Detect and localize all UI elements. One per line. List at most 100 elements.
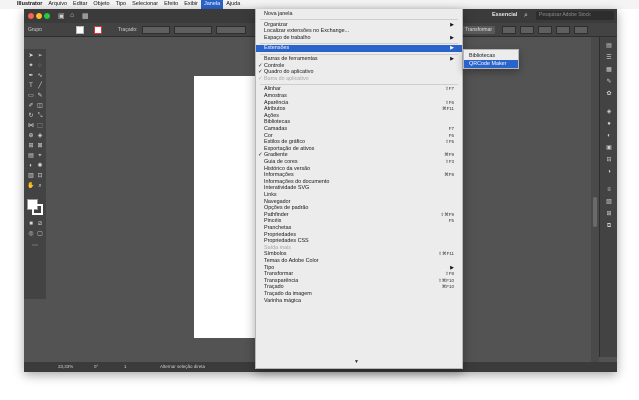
column-graph-tool-icon[interactable]: ▥ bbox=[27, 173, 35, 180]
vertical-scrollbar[interactable] bbox=[591, 37, 599, 362]
menu-ajuda[interactable]: Ajuda bbox=[223, 0, 243, 9]
menu-editar[interactable]: Editar bbox=[70, 0, 90, 9]
menu-objeto[interactable]: Objeto bbox=[90, 0, 112, 9]
gradient-panel-icon[interactable]: ▧ bbox=[605, 199, 613, 206]
menu-app-name[interactable]: Illustrator bbox=[14, 0, 45, 9]
janela-menu-item-pathfinder[interactable]: Pathfinder ⇧⌘F9 bbox=[256, 212, 462, 219]
edit-toolbar-icon[interactable]: ⋯ bbox=[31, 243, 39, 250]
direct-selection-tool-icon[interactable]: ➢ bbox=[36, 53, 44, 60]
type-tool-icon[interactable]: T bbox=[27, 83, 35, 90]
hand-tool-icon[interactable]: ✋ bbox=[27, 183, 35, 190]
janela-menu-item-cor[interactable]: Cor F6 bbox=[256, 133, 462, 140]
submenu-item-qrcode-maker[interactable]: QRCode Maker bbox=[464, 60, 518, 68]
janela-menu-item-camadas[interactable]: Camadas F7 bbox=[256, 126, 462, 133]
free-transform-tool-icon[interactable]: ⬚ bbox=[36, 123, 44, 130]
submenu-item-bibliotecas[interactable]: Bibliotecas bbox=[464, 52, 518, 60]
screen-mode-icon[interactable]: ▢ bbox=[36, 231, 44, 238]
app-icon[interactable]: ▣ bbox=[58, 12, 65, 20]
janela-menu-item-bibliotecas[interactable]: Bibliotecas bbox=[256, 119, 462, 126]
magic-wand-tool-icon[interactable]: ✦ bbox=[27, 63, 35, 70]
zoom-level[interactable]: 33,33% bbox=[58, 364, 73, 369]
pen-tool-icon[interactable]: ✒ bbox=[27, 73, 35, 80]
rectangle-tool-icon[interactable]: ▭ bbox=[27, 93, 35, 100]
selection-tool-icon[interactable]: ➤ bbox=[27, 53, 35, 60]
stroke-box[interactable] bbox=[32, 204, 43, 215]
janela-menu-item-quadro-do-aplicativo[interactable]: ✓ Quadro do aplicativo bbox=[256, 69, 462, 76]
transparency-panel-icon[interactable]: ◑ bbox=[605, 169, 613, 176]
zoom-tool-icon[interactable]: ⌕ bbox=[36, 183, 44, 190]
isolate-group-control[interactable] bbox=[520, 26, 534, 34]
janela-menu-item-estilos-de-grafico[interactable]: Estilos de gráfico ⇧F5 bbox=[256, 139, 462, 146]
arrange-documents-icon[interactable]: ▦ bbox=[82, 12, 89, 20]
panel-menu-control[interactable] bbox=[574, 26, 588, 34]
menu-janela[interactable]: Janela bbox=[200, 0, 224, 9]
janela-menu-item-tipo[interactable]: Tipo ▶ bbox=[256, 265, 462, 272]
menu-selecionar[interactable]: Selecionar bbox=[129, 0, 161, 9]
artboard-navigator[interactable]: 1 bbox=[124, 364, 127, 369]
arrange-control[interactable] bbox=[556, 26, 570, 34]
janela-menu-item-tracado[interactable]: Traçado ⌘F10 bbox=[256, 284, 462, 291]
blend-tool-icon[interactable]: ◐ bbox=[27, 163, 35, 170]
janela-menu-item-tracado-da-imagem[interactable]: Traçado da imagem bbox=[256, 291, 462, 298]
home-icon[interactable]: ⌂ bbox=[70, 12, 74, 19]
width-tool-icon[interactable]: ⋈ bbox=[27, 123, 35, 130]
close-window-button[interactable] bbox=[28, 13, 34, 19]
artboard-tool-icon[interactable]: ⊡ bbox=[36, 173, 44, 180]
janela-menu-item-informacoes[interactable]: Informações ⌘F8 bbox=[256, 172, 462, 179]
janela-menu-item-pranchetas[interactable]: Pranchetas bbox=[256, 225, 462, 232]
align-panel-icon[interactable]: ⊞ bbox=[605, 211, 613, 218]
transform-button[interactable]: Transformar bbox=[462, 26, 496, 34]
adobe-stock-search-input[interactable]: Pesquisar Adobe Stock bbox=[536, 11, 614, 20]
janela-menu-item-navegador[interactable]: Navegador bbox=[256, 199, 462, 206]
fill-stroke-indicator[interactable] bbox=[27, 199, 43, 215]
graphic-styles-panel-icon[interactable]: ⊟ bbox=[605, 157, 613, 164]
menu-arquivo[interactable]: Arquivo bbox=[45, 0, 70, 9]
swatches-panel-icon[interactable]: ▦ bbox=[605, 67, 613, 74]
properties-panel-icon[interactable]: ▤ bbox=[605, 43, 613, 50]
pathfinder-panel-icon[interactable]: ⧉ bbox=[605, 223, 613, 230]
paintbrush-tool-icon[interactable]: ✎ bbox=[36, 93, 44, 100]
symbols-panel-icon[interactable]: ✿ bbox=[605, 91, 613, 98]
eraser-tool-icon[interactable]: ◫ bbox=[36, 103, 44, 110]
scale-tool-icon[interactable]: ⤡ bbox=[36, 113, 44, 120]
brush-definition[interactable] bbox=[216, 26, 246, 34]
stroke-swatch[interactable] bbox=[94, 26, 102, 34]
align-control[interactable] bbox=[502, 26, 516, 34]
workspace-switcher[interactable]: Essencial bbox=[492, 12, 517, 18]
janela-menu-item-atributos[interactable]: Atributos ⌘F11 bbox=[256, 106, 462, 113]
janela-menu-item-exportacao-de-ativos[interactable]: Exportação de ativos bbox=[256, 146, 462, 153]
rotate-tool-icon[interactable]: ↻ bbox=[27, 113, 35, 120]
janela-menu-item-pinceis[interactable]: Pincéis F5 bbox=[256, 218, 462, 225]
janela-menu-item-controle[interactable]: ✓ Controle bbox=[256, 63, 462, 70]
stroke-panel-icon[interactable]: ≡ bbox=[605, 187, 613, 194]
janela-menu-item-barras-de-ferramentas[interactable]: Barras de ferramentas ▶ bbox=[256, 56, 462, 63]
minimize-window-button[interactable] bbox=[36, 13, 42, 19]
janela-menu-item-links[interactable]: Links bbox=[256, 192, 462, 199]
live-paint-tool-icon[interactable]: ◈ bbox=[36, 133, 44, 140]
janela-menu-item-espaco-de-trabalho[interactable]: Espaço de trabalho ▶ bbox=[256, 35, 462, 42]
stroke-weight-field[interactable] bbox=[142, 26, 170, 34]
janela-menu-item-propriedades-css[interactable]: Propriedades CSS bbox=[256, 238, 462, 245]
janela-menu-item-amostras[interactable]: Amostras bbox=[256, 93, 462, 100]
janela-menu-item-transparencia[interactable]: Transparência ⇧⌘F10 bbox=[256, 278, 462, 285]
libraries-panel-icon[interactable]: ☰ bbox=[605, 55, 613, 62]
scroll-down-arrow-icon[interactable]: ▼ bbox=[354, 359, 359, 365]
recolor-control[interactable] bbox=[538, 26, 552, 34]
scrollbar-thumb[interactable] bbox=[593, 197, 597, 227]
mesh-tool-icon[interactable]: ⊠ bbox=[36, 143, 44, 150]
color-guide-panel-icon[interactable]: ◐ bbox=[605, 133, 613, 140]
janela-menu-item-aparencia[interactable]: Aparência ⇧F6 bbox=[256, 100, 462, 107]
janela-menu-item-gradiente[interactable]: ✓ Gradiente ⌘F9 bbox=[256, 152, 462, 159]
appearance-panel-icon[interactable]: ▣ bbox=[605, 145, 613, 152]
janela-menu-item-interatividade-svg[interactable]: Interatividade SVG bbox=[256, 185, 462, 192]
janela-menu-item-acoes[interactable]: Ações bbox=[256, 113, 462, 120]
janela-menu-item-varinha-magica[interactable]: Varinha mágica bbox=[256, 298, 462, 305]
menu-efeito[interactable]: Efeito bbox=[161, 0, 181, 9]
none-mode-icon[interactable]: ⧄ bbox=[36, 221, 44, 228]
shaper-tool-icon[interactable]: ✐ bbox=[27, 103, 35, 110]
janela-menu-item-alinhar[interactable]: Alinhar ⇧F7 bbox=[256, 86, 462, 93]
janela-menu-item-nova-janela[interactable]: Nova janela bbox=[256, 11, 462, 18]
fill-swatch[interactable] bbox=[76, 26, 84, 34]
zoom-window-button[interactable] bbox=[44, 13, 50, 19]
janela-menu-item-informacoes-do-documento[interactable]: Informações do documento bbox=[256, 179, 462, 186]
